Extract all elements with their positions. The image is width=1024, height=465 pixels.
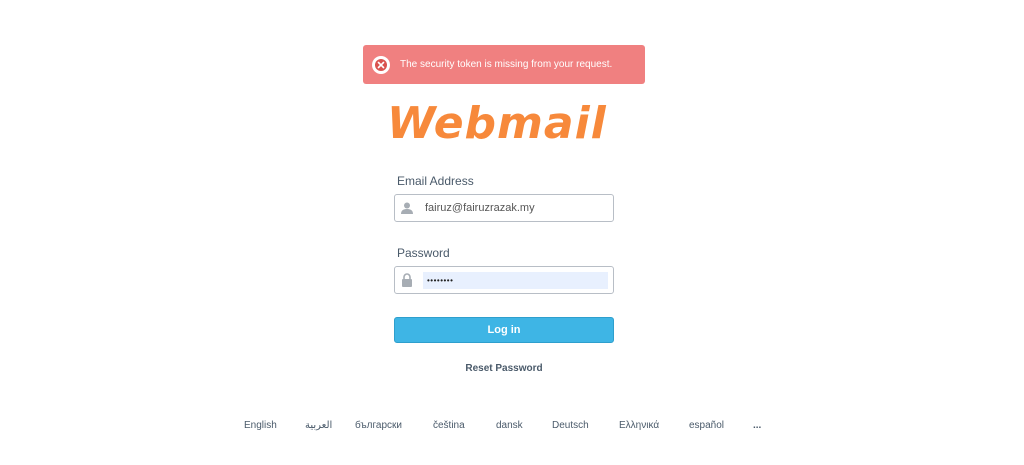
login-button[interactable]: Log in: [394, 317, 614, 343]
lang-german[interactable]: Deutsch: [552, 420, 589, 431]
error-alert: The security token is missing from your …: [363, 45, 645, 84]
user-icon: [395, 195, 419, 221]
email-label: Email Address: [397, 174, 474, 188]
webmail-logo-text: Webmail: [387, 98, 607, 144]
more-languages-button[interactable]: ...: [753, 420, 761, 431]
error-x-icon: [372, 55, 390, 74]
password-input[interactable]: ••••••••: [423, 271, 608, 289]
login-page: The security token is missing from your …: [0, 0, 1024, 465]
webmail-logo: Webmail: [387, 98, 607, 144]
password-field[interactable]: ••••••••: [394, 266, 614, 294]
lang-english[interactable]: English: [244, 420, 277, 431]
password-value: ••••••••: [427, 275, 454, 285]
lang-bulgarian[interactable]: български: [355, 420, 402, 431]
reset-password-link[interactable]: Reset Password: [394, 363, 614, 374]
lang-danish[interactable]: dansk: [496, 420, 523, 431]
email-input[interactable]: fairuz@fairuzrazak.my: [425, 202, 535, 214]
error-message: The security token is missing from your …: [400, 59, 613, 70]
email-field[interactable]: fairuz@fairuzrazak.my: [394, 194, 614, 222]
lang-spanish[interactable]: español: [689, 420, 724, 431]
lang-arabic[interactable]: العربية: [305, 420, 332, 431]
lock-icon: [395, 267, 419, 293]
password-label: Password: [397, 246, 450, 260]
lang-czech[interactable]: čeština: [433, 420, 465, 431]
lang-greek[interactable]: Ελληνικά: [619, 420, 659, 431]
language-bar: English العربية български čeština dansk …: [0, 420, 1024, 434]
